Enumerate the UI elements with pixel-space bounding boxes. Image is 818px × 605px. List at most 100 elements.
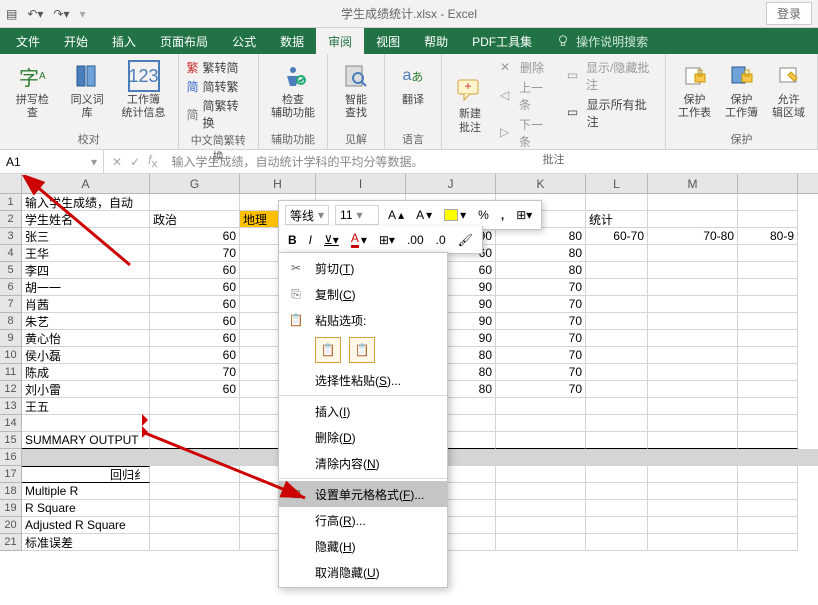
tab-data[interactable]: 数据 <box>268 28 316 54</box>
cell[interactable] <box>586 296 648 313</box>
row-header[interactable]: 1 <box>0 194 22 211</box>
cell[interactable] <box>648 534 738 551</box>
col-header[interactable]: H <box>240 174 316 193</box>
row-header[interactable]: 4 <box>0 245 22 262</box>
cell[interactable] <box>648 381 738 398</box>
prev-comment-button[interactable]: ◁上一条 <box>500 78 553 114</box>
fx-icon[interactable]: fx <box>148 153 157 170</box>
cell[interactable] <box>496 415 586 432</box>
border-icon[interactable]: ⊞▾ <box>376 232 398 248</box>
cell[interactable] <box>648 194 738 211</box>
cell[interactable] <box>648 432 738 449</box>
cell[interactable] <box>150 449 240 466</box>
cell[interactable]: 张三 <box>22 228 150 245</box>
comma-icon[interactable]: , <box>498 207 507 223</box>
ctx-cut[interactable]: ✂剪切(T) <box>279 255 447 281</box>
cell[interactable] <box>150 534 240 551</box>
cell[interactable] <box>648 262 738 279</box>
next-comment-button[interactable]: ▷下一条 <box>500 115 553 151</box>
cell[interactable]: 80 <box>496 228 586 245</box>
cell[interactable]: 70 <box>496 364 586 381</box>
cell[interactable]: 政治 <box>150 211 240 228</box>
cell[interactable]: Multiple R <box>22 483 150 500</box>
font-size-select[interactable]: 11▾ <box>335 205 379 225</box>
row-header[interactable]: 6 <box>0 279 22 296</box>
font-family-select[interactable]: 等线▾ <box>285 205 329 225</box>
cell[interactable]: 80 <box>496 262 586 279</box>
cell[interactable] <box>648 245 738 262</box>
smart-lookup-button[interactable]: 智能 查找 <box>336 58 376 122</box>
cell[interactable] <box>738 534 798 551</box>
cell[interactable]: SUMMARY OUTPUT <box>22 432 150 449</box>
cell[interactable]: 60 <box>150 262 240 279</box>
cell[interactable]: 70 <box>496 296 586 313</box>
cell[interactable] <box>648 415 738 432</box>
cell[interactable] <box>496 432 586 449</box>
row-header[interactable]: 17 <box>0 466 22 483</box>
cell[interactable] <box>648 364 738 381</box>
spell-check-button[interactable]: 字A拼写检查 <box>8 58 57 122</box>
cell[interactable]: 70 <box>496 279 586 296</box>
cell[interactable] <box>150 415 240 432</box>
cell[interactable]: Adjusted R Square <box>22 517 150 534</box>
paste-option-1[interactable]: 📋 <box>315 337 341 363</box>
cell[interactable] <box>586 313 648 330</box>
ctx-copy[interactable]: ⎘复制(C) <box>279 281 447 307</box>
cell[interactable] <box>648 483 738 500</box>
cell[interactable]: 输入学生成绩，自动 <box>22 194 150 211</box>
cell[interactable]: 70 <box>496 347 586 364</box>
thesaurus-button[interactable]: 同义词库 <box>63 58 112 122</box>
cell[interactable] <box>586 279 648 296</box>
show-all-comments-button[interactable]: ▭显示所有批注 <box>567 95 657 131</box>
row-header[interactable]: 9 <box>0 330 22 347</box>
cell[interactable]: 统计 <box>586 211 648 228</box>
cell[interactable] <box>150 466 240 483</box>
trad-to-simp-button[interactable]: 繁繁转简 <box>187 58 250 77</box>
paste-option-2[interactable]: 📋 <box>349 337 375 363</box>
ctx-format-cells[interactable]: ⊞设置单元格格式(F)... <box>279 481 447 507</box>
cell[interactable]: 侯小磊 <box>22 347 150 364</box>
cell[interactable]: 标准误差 <box>22 534 150 551</box>
row-header[interactable]: 5 <box>0 262 22 279</box>
cell[interactable]: 60 <box>150 228 240 245</box>
cell[interactable] <box>738 330 798 347</box>
login-button[interactable]: 登录 <box>766 2 812 25</box>
cell[interactable]: 60 <box>150 330 240 347</box>
col-header[interactable]: A <box>22 174 150 193</box>
cell[interactable] <box>648 500 738 517</box>
underline-icon[interactable]: ⊻▾ <box>321 232 342 248</box>
cell[interactable] <box>586 449 648 466</box>
enter-icon[interactable]: ✓ <box>130 155 140 169</box>
cell[interactable] <box>150 500 240 517</box>
cell[interactable] <box>496 534 586 551</box>
cell[interactable] <box>738 381 798 398</box>
col-header[interactable] <box>738 174 798 193</box>
delete-comment-button[interactable]: ✕删除 <box>500 58 553 77</box>
row-header[interactable]: 19 <box>0 500 22 517</box>
cell[interactable]: 朱艺 <box>22 313 150 330</box>
row-header[interactable]: 16 <box>0 449 22 466</box>
cell[interactable] <box>738 449 798 466</box>
tab-view[interactable]: 视图 <box>364 28 412 54</box>
cell[interactable] <box>648 347 738 364</box>
formula-bar[interactable]: 输入学生成绩，自动统计学科的平均分等数据。 <box>165 150 818 173</box>
ctx-clear[interactable]: 清除内容(N) <box>279 450 447 476</box>
col-header[interactable]: J <box>406 174 496 193</box>
name-box[interactable]: A1▾ <box>0 150 104 173</box>
row-header[interactable]: 15 <box>0 432 22 449</box>
cell[interactable] <box>586 483 648 500</box>
tab-help[interactable]: 帮助 <box>412 28 460 54</box>
cell[interactable] <box>738 279 798 296</box>
allow-edit-ranges-button[interactable]: 允许 辑区域 <box>768 58 809 122</box>
cell[interactable] <box>586 330 648 347</box>
undo-icon[interactable]: ↶▾ <box>27 7 43 21</box>
row-header[interactable]: 3 <box>0 228 22 245</box>
font-color-icon[interactable]: A▾ <box>348 230 370 249</box>
cell[interactable]: 刘小雷 <box>22 381 150 398</box>
col-header[interactable]: G <box>150 174 240 193</box>
increase-font-icon[interactable]: A▴ <box>385 207 407 223</box>
cell[interactable] <box>150 194 240 211</box>
cell[interactable]: 陈成 <box>22 364 150 381</box>
cell[interactable]: 70 <box>150 364 240 381</box>
cell[interactable] <box>496 466 586 483</box>
